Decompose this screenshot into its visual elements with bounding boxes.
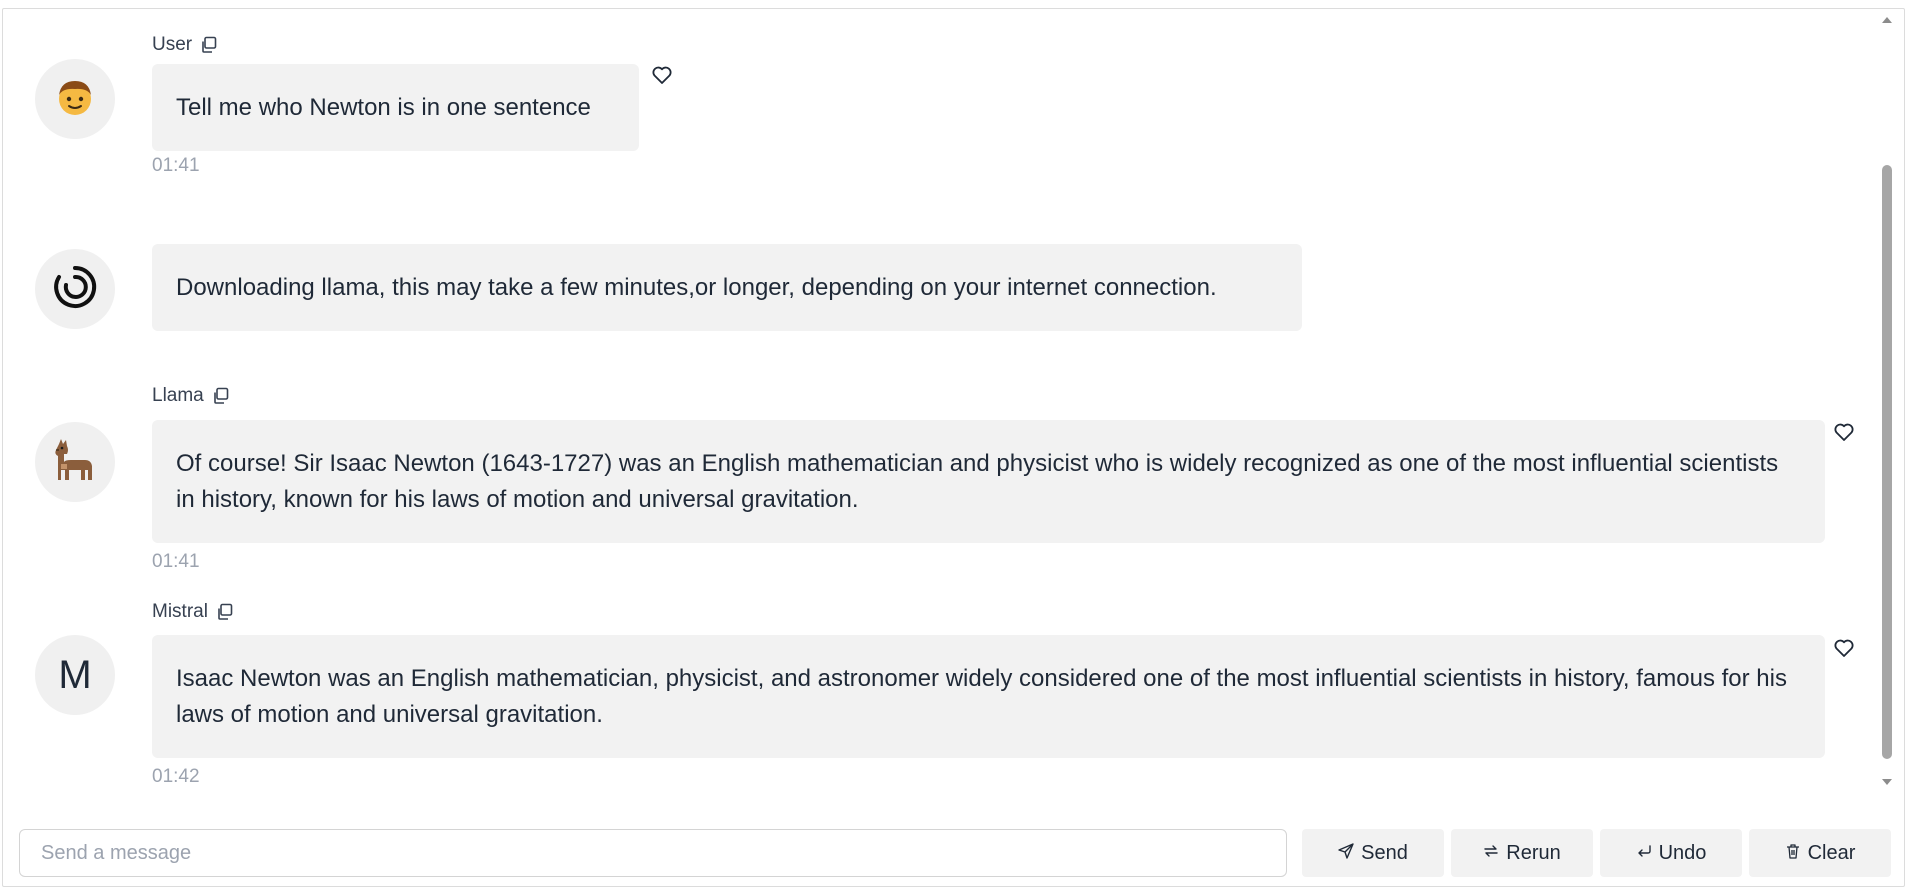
message-text: Isaac Newton was an English mathematicia… xyxy=(176,664,1787,728)
message-bubble-llama: Of course! Sir Isaac Newton (1643-1727) … xyxy=(152,420,1825,543)
undo-icon xyxy=(1636,842,1652,865)
chat-scrollbar[interactable] xyxy=(1878,9,1896,797)
message-bubble-status: Downloading llama, this may take a few m… xyxy=(152,244,1302,331)
sender-name: Llama xyxy=(152,385,204,406)
send-label: Send xyxy=(1361,841,1408,864)
message-input-container xyxy=(19,829,1287,877)
llama-emoji-icon xyxy=(51,436,99,489)
loading-spinner-icon xyxy=(51,263,99,316)
message-text: Tell me who Newton is in one sentence xyxy=(176,93,591,121)
sender-name: User xyxy=(152,34,193,55)
message-bubble-mistral: Isaac Newton was an English mathematicia… xyxy=(152,635,1825,758)
rerun-button[interactable]: Rerun xyxy=(1451,829,1593,877)
clear-label: Clear xyxy=(1807,841,1856,864)
sender-name: Mistral xyxy=(152,601,208,622)
message-text: Of course! Sir Isaac Newton (1643-1727) … xyxy=(176,449,1779,513)
scrollbar-thumb[interactable] xyxy=(1882,165,1892,759)
copy-icon[interactable] xyxy=(200,36,218,54)
avatar-llama xyxy=(35,422,115,502)
send-button[interactable]: Send xyxy=(1302,829,1444,877)
message-sender-user: User xyxy=(152,34,218,56)
send-icon xyxy=(1338,842,1354,865)
like-heart-icon[interactable] xyxy=(1833,422,1855,442)
rerun-label: Rerun xyxy=(1506,841,1561,864)
message-sender-mistral: Mistral xyxy=(152,601,234,623)
message-text: Downloading llama, this may take a few m… xyxy=(176,273,1217,301)
copy-icon[interactable] xyxy=(216,603,234,621)
message-timestamp: 01:42 xyxy=(152,766,200,787)
message-timestamp: 01:41 xyxy=(152,551,200,572)
message-input[interactable] xyxy=(39,840,1286,866)
message-sender-llama: Llama xyxy=(152,385,230,407)
like-heart-icon[interactable] xyxy=(1833,638,1855,658)
avatar-mistral: M xyxy=(35,635,115,715)
trash-icon xyxy=(1785,842,1801,865)
message-bubble-user: Tell me who Newton is in one sentence xyxy=(152,64,639,151)
avatar-letter: M xyxy=(58,652,92,697)
undo-button[interactable]: Undo xyxy=(1600,829,1742,877)
avatar-user xyxy=(35,59,115,139)
boy-emoji-icon xyxy=(53,75,97,124)
avatar-assistant-loading xyxy=(35,249,115,329)
chat-history: User Tell me who Newton is in one senten… xyxy=(3,9,1883,797)
rerun-icon xyxy=(1483,842,1499,865)
scroll-up-arrow-icon[interactable] xyxy=(1882,17,1892,23)
clear-button[interactable]: Clear xyxy=(1749,829,1891,877)
message-timestamp: 01:41 xyxy=(152,155,200,176)
copy-icon[interactable] xyxy=(212,387,230,405)
scroll-down-arrow-icon[interactable] xyxy=(1882,779,1892,785)
like-heart-icon[interactable] xyxy=(651,65,673,85)
undo-label: Undo xyxy=(1658,841,1707,864)
